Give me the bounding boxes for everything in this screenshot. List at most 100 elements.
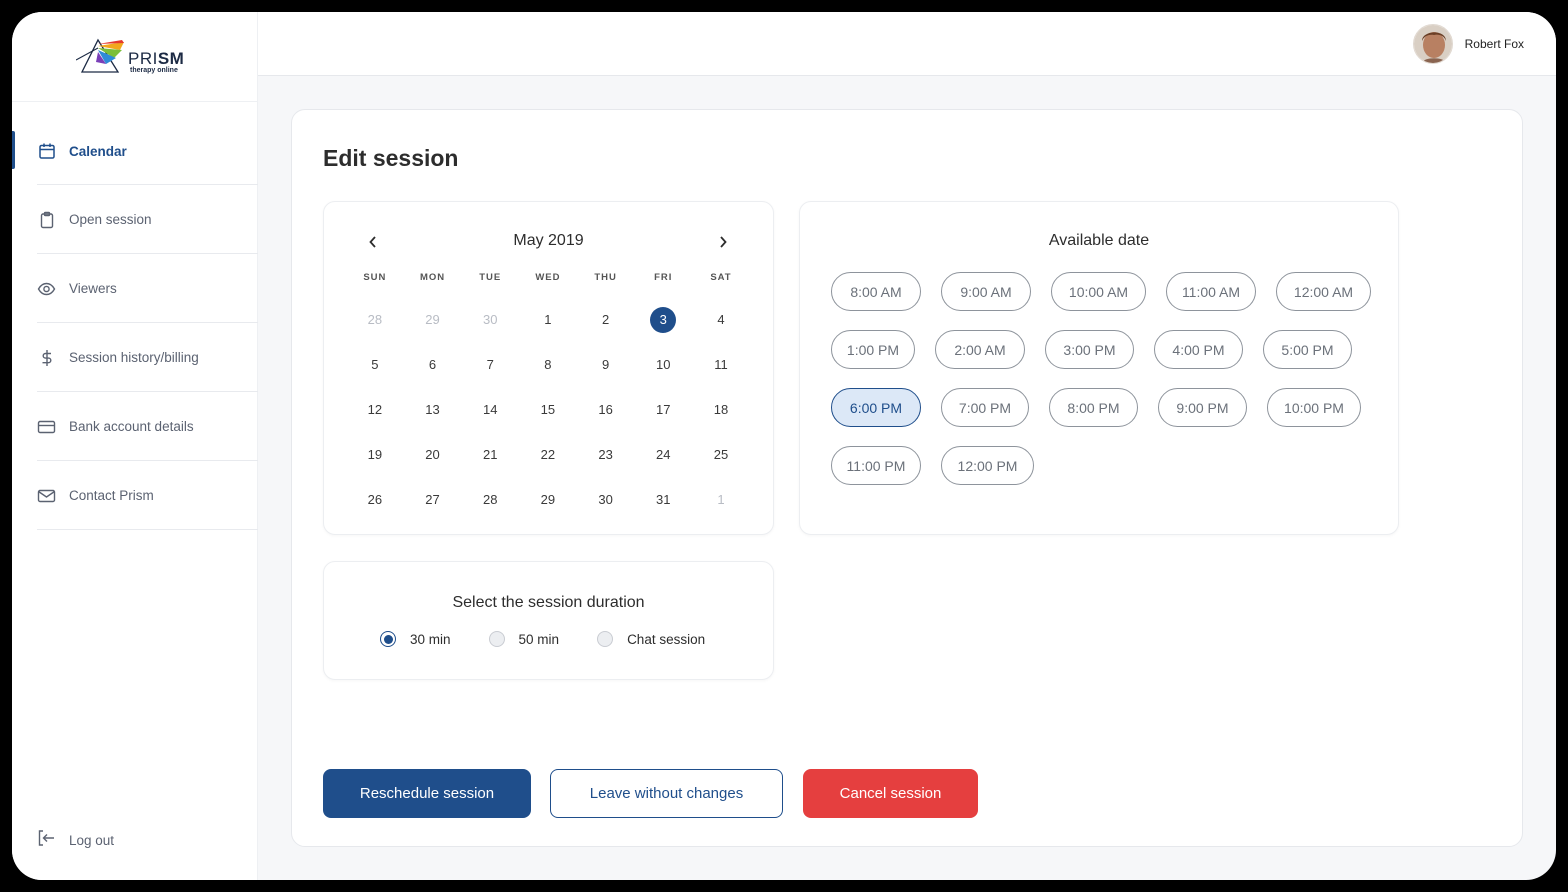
calendar-day[interactable]: 21: [461, 432, 519, 477]
calendar-day[interactable]: 17: [634, 387, 692, 432]
calendar-day[interactable]: 18: [692, 387, 750, 432]
calendar-day[interactable]: 9: [577, 342, 635, 387]
duration-option[interactable]: Chat session: [597, 631, 705, 647]
time-slot[interactable]: 11:00 AM: [1166, 272, 1256, 311]
calendar-day[interactable]: 28: [461, 477, 519, 522]
page-title: Edit session: [323, 145, 459, 171]
time-slot[interactable]: 12:00 AM: [1276, 272, 1371, 311]
sidebar-item-session-history[interactable]: Session history/billing: [12, 323, 258, 392]
calendar-day-number: 2: [601, 312, 610, 327]
calendar-day[interactable]: 27: [404, 477, 462, 522]
sidebar-item-calendar[interactable]: Calendar: [12, 117, 258, 185]
calendar-day-number: 30: [482, 312, 498, 327]
calendar-day[interactable]: 24: [634, 432, 692, 477]
sidebar-item-bank-account[interactable]: Bank account details: [12, 392, 258, 461]
calendar-day[interactable]: 10: [634, 342, 692, 387]
radio-button[interactable]: [380, 631, 396, 647]
time-slot-selected[interactable]: 6:00 PM: [831, 388, 921, 427]
calendar-day-number: 1: [717, 492, 725, 507]
calendar-day-number: 7: [486, 357, 494, 372]
calendar-day-number: 18: [713, 402, 729, 417]
time-slot[interactable]: 8:00 PM: [1049, 388, 1138, 427]
available-times-title: Available date: [1048, 232, 1150, 249]
weekday-label: SUN: [363, 272, 387, 283]
calendar-day[interactable]: 31: [634, 477, 692, 522]
calendar-day[interactable]: 11: [692, 342, 750, 387]
calendar-day[interactable]: 23: [577, 432, 635, 477]
calendar-day[interactable]: 5: [346, 342, 404, 387]
calendar-day[interactable]: 20: [404, 432, 462, 477]
calendar-day[interactable]: 14: [461, 387, 519, 432]
sidebar-item-contact[interactable]: Contact Prism: [12, 461, 258, 530]
calendar-day[interactable]: 12: [346, 387, 404, 432]
user-menu[interactable]: Robert Fox: [1412, 24, 1524, 64]
radio-label: 30 min: [410, 631, 451, 647]
calendar-day[interactable]: 30: [577, 477, 635, 522]
calendar-day[interactable]: 29: [519, 477, 577, 522]
sidebar-item-label: Bank account details: [69, 419, 194, 434]
duration-options: 30 min 50 min Chat session: [380, 631, 743, 647]
leave-without-changes-button[interactable]: Leave without changes: [550, 769, 783, 818]
duration-option[interactable]: 30 min: [380, 631, 451, 647]
time-slot[interactable]: 7:00 PM: [941, 388, 1029, 427]
sidebar-item-open-session[interactable]: Open session: [12, 185, 258, 254]
dollar-icon: [37, 348, 56, 367]
time-slot-row: 6:00 PM 7:00 PM 8:00 PM 9:00 PM 10:00 PM: [831, 388, 1381, 427]
time-slot-row: 1:00 PM 2:00 AM 3:00 PM 4:00 PM 5:00 PM: [831, 330, 1372, 369]
calendar-day-number: 1: [544, 312, 552, 327]
calendar-day[interactable]: 6: [404, 342, 462, 387]
calendar-day[interactable]: 8: [519, 342, 577, 387]
time-slot[interactable]: 1:00 PM: [831, 330, 915, 369]
radio-button[interactable]: [488, 631, 505, 647]
time-slot[interactable]: 5:00 PM: [1263, 330, 1352, 369]
calendar-day[interactable]: 2: [577, 297, 635, 342]
radio-label: Chat session: [627, 631, 706, 647]
calendar-day[interactable]: 19: [346, 432, 404, 477]
calendar-day[interactable]: 28: [346, 297, 404, 342]
calendar-day[interactable]: 13: [404, 387, 462, 432]
calendar-day-selected[interactable]: 3: [634, 297, 692, 342]
time-slot[interactable]: 2:00 AM: [935, 330, 1025, 369]
calendar-day-number: 23: [598, 447, 613, 462]
topbar: Robert Fox: [258, 12, 1556, 76]
calendar-day[interactable]: 22: [519, 432, 577, 477]
duration-option[interactable]: 50 min: [488, 631, 560, 647]
divider: [37, 529, 258, 530]
calendar-day-number: 29: [540, 492, 556, 507]
calendar-day[interactable]: 25: [692, 432, 750, 477]
calendar-day[interactable]: 7: [461, 342, 519, 387]
time-slot[interactable]: 9:00 AM: [941, 272, 1031, 311]
time-slot[interactable]: 10:00 AM: [1051, 272, 1146, 311]
time-slot[interactable]: 11:00 PM: [831, 446, 921, 485]
time-slot[interactable]: 9:00 PM: [1158, 388, 1247, 427]
calendar-day[interactable]: 29: [404, 297, 462, 342]
time-slot[interactable]: 10:00 PM: [1267, 388, 1361, 427]
calendar-day-number: 14: [482, 402, 498, 417]
cancel-session-button[interactable]: Cancel session: [803, 769, 978, 818]
chevron-right-icon[interactable]: [713, 232, 733, 252]
reschedule-button[interactable]: Reschedule session: [323, 769, 531, 818]
mail-icon: [37, 486, 56, 505]
calendar-day[interactable]: 15: [519, 387, 577, 432]
calendar-day[interactable]: 16: [577, 387, 635, 432]
time-slot[interactable]: 12:00 PM: [941, 446, 1034, 485]
radio-button[interactable]: [597, 631, 614, 647]
calendar-day-number: 28: [482, 492, 498, 507]
logout-button[interactable]: Log out: [37, 829, 114, 852]
calendar-icon: [37, 142, 56, 161]
radio-label: 50 min: [518, 631, 560, 647]
sidebar: PRISM therapy online Calendar Open sessi…: [12, 12, 258, 880]
logo[interactable]: PRISM therapy online: [12, 12, 258, 102]
calendar-day[interactable]: 26: [346, 477, 404, 522]
calendar-day-number: 11: [714, 357, 728, 372]
calendar-day-number: 9: [601, 357, 610, 372]
calendar-day[interactable]: 1: [692, 477, 750, 522]
calendar-day-number: 20: [425, 447, 440, 462]
calendar-day[interactable]: 4: [692, 297, 750, 342]
time-slot[interactable]: 3:00 PM: [1045, 330, 1134, 369]
time-slot[interactable]: 4:00 PM: [1154, 330, 1243, 369]
calendar-day[interactable]: 1: [519, 297, 577, 342]
sidebar-item-viewers[interactable]: Viewers: [12, 254, 258, 323]
time-slot[interactable]: 8:00 AM: [831, 272, 921, 311]
calendar-day[interactable]: 30: [461, 297, 519, 342]
